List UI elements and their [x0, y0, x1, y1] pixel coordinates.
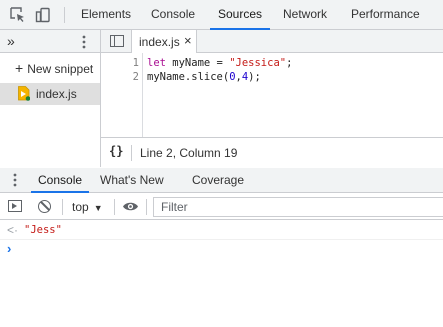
cursor-position: Line 2, Column 19 — [140, 146, 238, 160]
devtools-main-tabbar: Elements Console Sources Network Perform… — [0, 0, 443, 30]
filter-input[interactable] — [153, 197, 443, 217]
kebab-menu-icon[interactable] — [82, 35, 86, 49]
inspect-element-icon[interactable] — [9, 6, 27, 24]
line-gutter: 1 2 — [101, 53, 143, 137]
toolbar-divider — [146, 199, 147, 215]
tab-network[interactable]: Network — [283, 0, 327, 30]
drawer-tabbar: Console What's New Coverage — [0, 168, 443, 193]
dropdown-caret-icon: ▼ — [93, 203, 103, 213]
tab-elements[interactable]: Elements — [81, 0, 131, 30]
chevron-double-right-icon[interactable]: » — [7, 32, 15, 50]
sources-panel: » + New snippet index.js index.js × 1 2 … — [0, 30, 443, 167]
toolbar-divider — [64, 7, 65, 23]
new-snippet-button[interactable]: + New snippet — [15, 60, 93, 76]
toggle-navigator-icon[interactable] — [110, 35, 124, 47]
tab-sources[interactable]: Sources — [210, 0, 271, 30]
editor-pane: index.js × 1 2 let myName = "Jessica"; m… — [101, 30, 443, 167]
string-literal: "Jessica" — [229, 57, 287, 69]
drawer-tab-coverage[interactable]: Coverage — [192, 168, 244, 193]
close-icon[interactable]: × — [184, 33, 192, 48]
number-literal: 0 — [229, 71, 236, 83]
toolbar-divider — [114, 199, 115, 215]
navigator-header: » — [0, 30, 100, 53]
console-result-value: "Jess" — [24, 224, 62, 236]
context-value: top — [72, 200, 89, 214]
editor-tab-index-js[interactable]: index.js × — [131, 30, 197, 53]
context-selector[interactable]: top ▼ — [72, 200, 103, 214]
code-line-1: let myName = "Jessica"; — [147, 57, 293, 69]
console-prompt[interactable]: › — [7, 241, 11, 256]
status-divider — [131, 145, 132, 161]
pretty-print-icon[interactable]: {} — [109, 144, 123, 158]
snippets-navigator: » + New snippet index.js — [0, 30, 101, 167]
file-name: index.js — [36, 87, 77, 101]
kebab-menu-icon[interactable] — [13, 173, 17, 187]
code-editor[interactable]: 1 2 let myName = "Jessica"; myName.slice… — [101, 53, 443, 137]
toolbar-divider — [62, 199, 63, 215]
editor-tab-label: index.js — [139, 35, 180, 49]
editor-tabbar: index.js × — [101, 30, 443, 53]
console-result-row: <· "Jess" — [0, 222, 443, 240]
new-snippet-label: New snippet — [27, 62, 94, 76]
console-toolbar: top ▼ — [0, 194, 443, 220]
snippet-file-icon — [18, 86, 30, 101]
keyword-let: let — [147, 57, 166, 69]
tab-console[interactable]: Console — [151, 0, 195, 30]
editor-status-bar: {} Line 2, Column 19 — [101, 137, 443, 167]
plus-icon: + — [15, 60, 24, 76]
number-literal: 4 — [241, 71, 249, 83]
drawer-tab-console[interactable]: Console — [31, 168, 90, 193]
show-sidebar-icon[interactable] — [8, 200, 22, 212]
clear-console-icon[interactable] — [38, 200, 51, 213]
code-line-2: myName.slice(0,4); — [147, 71, 261, 83]
file-tree-item[interactable]: index.js — [0, 83, 100, 105]
device-toolbar-icon[interactable] — [34, 6, 52, 24]
result-arrow-icon: <· — [7, 223, 19, 237]
drawer-tab-whats-new[interactable]: What's New — [100, 168, 164, 193]
line-number: 1 — [132, 57, 139, 69]
tab-performance[interactable]: Performance — [351, 0, 420, 30]
line-number: 2 — [132, 71, 139, 83]
live-expression-eye-icon[interactable] — [122, 200, 139, 213]
